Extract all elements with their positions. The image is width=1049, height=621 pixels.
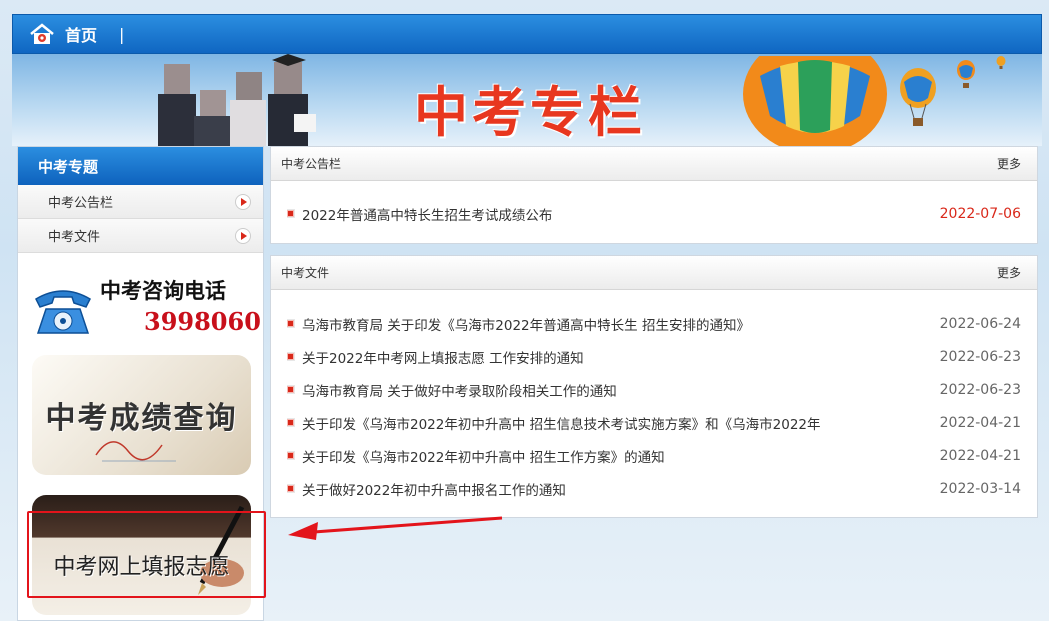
hotline-number: 3998060	[144, 307, 261, 336]
sidebar-item-notice[interactable]: 中考公告栏	[18, 185, 263, 219]
news-link[interactable]: 关于印发《乌海市2022年初中升高中 招生信息技术考试实施方案》和《乌海市202…	[287, 413, 821, 433]
arrow-right-icon	[235, 228, 251, 244]
score-query-banner[interactable]: 中考成绩查询	[32, 355, 251, 475]
list-item: 乌海市教育局 关于做好中考录取阶段相关工作的通知 2022-06-23	[287, 373, 1021, 406]
notice-panel: 中考公告栏 更多 2022年普通高中特长生招生考试成绩公布 2022-07-06	[270, 146, 1038, 244]
more-link[interactable]: 更多	[997, 155, 1021, 172]
hot-air-balloon-large	[743, 56, 887, 146]
sidebar-item-documents[interactable]: 中考文件	[18, 219, 263, 253]
news-title: 关于印发《乌海市2022年初中升高中 招生工作方案》的通知	[302, 449, 665, 466]
arrow-right-icon	[235, 194, 251, 210]
online-application-banner[interactable]: 中考网上填报志愿	[32, 495, 251, 615]
news-title: 乌海市教育局 关于做好中考录取阶段相关工作的通知	[302, 383, 617, 400]
news-title: 关于印发《乌海市2022年初中升高中 招生信息技术考试实施方案》和《乌海市202…	[302, 416, 821, 433]
bullet-icon	[287, 452, 294, 459]
top-nav-bar: 首页 |	[12, 14, 1042, 54]
panel-header: 中考文件 更多	[271, 256, 1037, 290]
list-item: 关于印发《乌海市2022年初中升高中 招生工作方案》的通知 2022-04-21	[287, 439, 1021, 472]
news-link[interactable]: 关于做好2022年初中升高中报名工作的通知	[287, 479, 566, 499]
list-item: 关于印发《乌海市2022年初中升高中 招生信息技术考试实施方案》和《乌海市202…	[287, 406, 1021, 439]
news-date: 2022-04-21	[939, 414, 1021, 431]
news-list: 乌海市教育局 关于印发《乌海市2022年普通高中特长生 招生安排的通知》 202…	[271, 290, 1037, 505]
list-item: 2022年普通高中特长生招生考试成绩公布 2022-07-06	[287, 197, 1021, 230]
documents-panel: 中考文件 更多 乌海市教育局 关于印发《乌海市2022年普通高中特长生 招生安排…	[270, 255, 1038, 518]
bullet-icon	[287, 419, 294, 426]
hot-air-balloon-medium	[900, 68, 936, 126]
sidebar-item-label: 中考文件	[48, 230, 101, 245]
news-title: 关于做好2022年初中升高中报名工作的通知	[302, 482, 566, 499]
banner-title: 中考专栏	[414, 80, 646, 144]
panel-title: 中考公告栏	[281, 157, 342, 171]
panel-header: 中考公告栏 更多	[271, 147, 1037, 181]
news-link[interactable]: 乌海市教育局 关于做好中考录取阶段相关工作的通知	[287, 380, 617, 400]
news-date: 2022-04-21	[939, 447, 1021, 464]
hotline-title: 中考咨询电话	[100, 278, 226, 303]
news-title: 关于2022年中考网上填报志愿 工作安排的通知	[302, 350, 584, 367]
news-title: 乌海市教育局 关于印发《乌海市2022年普通高中特长生 招生安排的通知》	[302, 317, 750, 334]
bullet-icon	[287, 320, 294, 327]
news-date: 2022-07-06	[939, 205, 1021, 222]
telephone-icon	[35, 290, 91, 334]
news-link[interactable]: 关于2022年中考网上填报志愿 工作安排的通知	[287, 347, 584, 367]
panel-title: 中考文件	[281, 266, 330, 280]
news-link[interactable]: 2022年普通高中特长生招生考试成绩公布	[287, 204, 552, 224]
students-photo	[158, 54, 316, 146]
hot-air-balloon-tiny	[996, 56, 1006, 69]
score-query-label: 中考成绩查询	[45, 401, 238, 436]
home-icon[interactable]	[29, 23, 55, 45]
news-list: 2022年普通高中特长生招生考试成绩公布 2022-07-06	[271, 181, 1037, 230]
news-date: 2022-06-23	[939, 381, 1021, 398]
bullet-icon	[287, 386, 294, 393]
hot-air-balloon-small	[957, 60, 975, 88]
news-date: 2022-03-14	[939, 480, 1021, 497]
more-link[interactable]: 更多	[997, 264, 1021, 281]
bullet-icon	[287, 210, 294, 217]
news-date: 2022-06-23	[939, 348, 1021, 365]
sidebar-heading: 中考专题	[18, 147, 263, 185]
bullet-icon	[287, 353, 294, 360]
list-item: 关于2022年中考网上填报志愿 工作安排的通知 2022-06-23	[287, 340, 1021, 373]
list-item: 关于做好2022年初中升高中报名工作的通知 2022-03-14	[287, 472, 1021, 505]
header-banner: 中考专栏	[12, 54, 1042, 146]
list-item: 乌海市教育局 关于印发《乌海市2022年普通高中特长生 招生安排的通知》 202…	[287, 307, 1021, 340]
bullet-icon	[287, 485, 294, 492]
nav-home-link[interactable]: 首页	[65, 22, 97, 46]
sidebar: 中考专题 中考公告栏 中考文件 中考咨询电话 3998060 中考成绩查询 中考…	[17, 146, 264, 621]
news-link[interactable]: 乌海市教育局 关于印发《乌海市2022年普通高中特长生 招生安排的通知》	[287, 314, 750, 334]
sidebar-item-label: 中考公告栏	[48, 196, 114, 211]
news-date: 2022-06-24	[939, 315, 1021, 332]
nav-separator: |	[119, 24, 125, 44]
online-application-label: 中考网上填报志愿	[53, 555, 230, 580]
news-link[interactable]: 关于印发《乌海市2022年初中升高中 招生工作方案》的通知	[287, 446, 665, 466]
hotline-box: 中考咨询电话 3998060	[18, 253, 263, 349]
news-title: 2022年普通高中特长生招生考试成绩公布	[302, 207, 553, 224]
